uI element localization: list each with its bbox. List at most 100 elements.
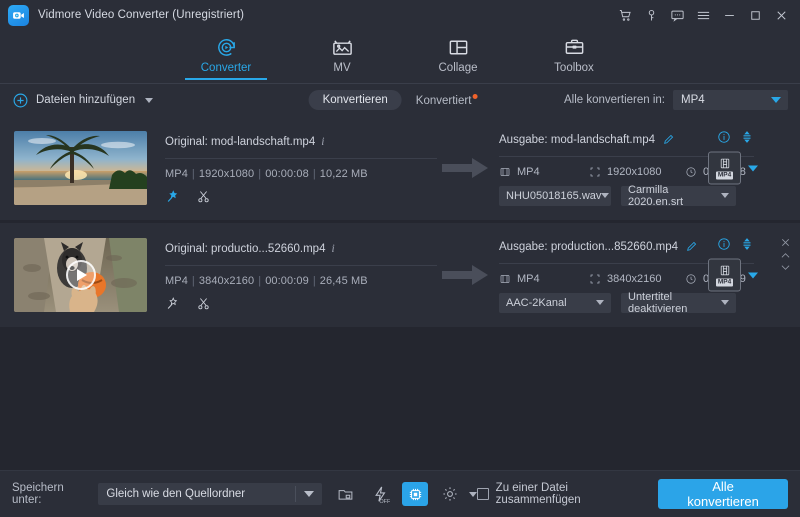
pencil-icon[interactable]	[685, 240, 698, 253]
tab-collage-label: Collage	[438, 62, 478, 74]
lightning-off-icon[interactable]: OFF	[367, 482, 393, 506]
magic-wand-icon[interactable]	[165, 189, 180, 204]
save-to-label: Speichern unter:	[12, 482, 64, 506]
output-info-icon[interactable]	[717, 237, 731, 256]
format-badge-label: MP4	[715, 171, 734, 179]
divider	[295, 486, 297, 502]
source-metadata: MP4 | 1920x1080 | 00:00:08 | 10,22 MB	[165, 167, 368, 180]
subtitle-track-value: Untertitel deaktivieren	[628, 290, 688, 315]
maximize-icon[interactable]	[742, 2, 768, 28]
arrows-updown-icon[interactable]	[740, 130, 754, 149]
chevron-down-icon	[304, 491, 315, 497]
subtitle-track-select[interactable]: Untertitel deaktivieren	[621, 290, 736, 315]
folder-icon[interactable]	[332, 482, 358, 506]
format-badge-button[interactable]: MP4	[708, 151, 741, 185]
tab-converter[interactable]: Converter	[185, 30, 267, 80]
convert-all-label: Alle konvertieren in:	[564, 94, 665, 106]
new-badge-dot	[472, 93, 478, 99]
segment-converted[interactable]: Konvertiert	[402, 90, 492, 111]
toolbox-icon	[563, 33, 586, 59]
menu-icon[interactable]	[690, 2, 716, 28]
key-icon[interactable]	[638, 2, 664, 28]
convert-arrow-icon	[439, 156, 493, 180]
audio-track-value: AAC-2Kanal	[506, 296, 567, 309]
settings-button[interactable]	[437, 482, 478, 506]
play-button-overlay[interactable]	[65, 260, 96, 290]
audio-track-select[interactable]: NHU05018165.wav	[499, 185, 611, 206]
info-icon[interactable]: i	[331, 243, 334, 255]
chevron-down-icon	[469, 491, 478, 497]
segment-converted-label: Konvertiert	[415, 94, 472, 107]
output-info-icon[interactable]	[717, 130, 731, 149]
output-resolution: 1920x1080	[607, 165, 662, 178]
pencil-icon[interactable]	[662, 133, 675, 146]
status-filter-segmented: Konvertieren Konvertiert	[308, 89, 492, 111]
video-thumbnail[interactable]	[14, 238, 147, 312]
convert-arrow-icon	[439, 263, 493, 287]
chevron-down-icon[interactable]	[145, 97, 154, 103]
source-pane: Original: productio...52660.mp4 i MP4 | 38…	[165, 240, 437, 311]
tab-toolbox-label: Toolbox	[554, 62, 594, 74]
convert-all-format-value: MP4	[681, 94, 705, 106]
output-filename: Ausgabe: mod-landschaft.mp4	[499, 133, 656, 146]
feedback-icon[interactable]	[664, 2, 690, 28]
output-resolution: 3840x2160	[607, 272, 662, 285]
tab-toolbox[interactable]: Toolbox	[533, 30, 615, 74]
audio-track-value: NHU05018165.wav	[506, 189, 602, 202]
checkbox-box	[477, 488, 489, 500]
minimize-icon[interactable]	[716, 2, 742, 28]
source-filename: Original: productio...52660.mp4	[165, 242, 326, 255]
move-up-icon[interactable]	[780, 251, 791, 260]
save-to-value: Gleich wie den Quellordner	[106, 488, 246, 500]
mv-icon	[331, 33, 354, 59]
merge-label: Zu einer Datei zusammenfügen	[495, 482, 581, 506]
chevron-down-icon[interactable]	[748, 165, 758, 171]
table-row[interactable]: Original: mod-landschaft.mp4 i MP4 | 1920x…	[0, 116, 800, 220]
settings-gear-icon	[437, 482, 463, 506]
subtitle-track-select[interactable]: Carmilla 2020.en.srt	[621, 184, 736, 208]
output-format: MP4	[517, 165, 540, 178]
bottom-bar: Speichern unter: Gleich wie den Quellord…	[0, 470, 800, 517]
tab-collage[interactable]: Collage	[417, 30, 499, 74]
audio-track-select[interactable]: AAC-2Kanal	[499, 292, 611, 313]
tab-mv[interactable]: MV	[301, 30, 383, 74]
source-filename: Original: mod-landschaft.mp4	[165, 135, 316, 148]
source-pane: Original: mod-landschaft.mp4 i MP4 | 1920x…	[165, 133, 437, 204]
scissors-icon[interactable]	[196, 189, 211, 204]
file-list: Original: mod-landschaft.mp4 i MP4 | 1920x…	[0, 116, 800, 327]
output-format-group: MP4	[708, 151, 758, 185]
divider	[165, 264, 437, 266]
table-row[interactable]: Original: productio...52660.mp4 i MP4 | 38…	[0, 223, 800, 327]
output-filename: Ausgabe: production...852660.mp4	[499, 240, 679, 253]
remove-icon[interactable]	[780, 237, 791, 248]
divider	[165, 157, 437, 159]
segment-converting[interactable]: Konvertieren	[308, 89, 402, 110]
move-down-icon[interactable]	[780, 263, 791, 272]
chevron-down-icon	[596, 300, 604, 305]
output-format-group: MP4	[708, 258, 758, 292]
convert-all-format-select[interactable]: MP4	[673, 90, 788, 110]
save-to-select[interactable]: Gleich wie den Quellordner	[98, 483, 323, 505]
convert-all-button[interactable]: Alle konvertieren	[658, 479, 788, 509]
bottom-icon-group: OFF	[332, 482, 478, 506]
output-format: MP4	[517, 272, 540, 285]
cart-icon[interactable]	[612, 2, 638, 28]
chevron-down-icon	[771, 97, 781, 103]
arrows-updown-icon[interactable]	[740, 237, 754, 256]
scissors-icon[interactable]	[196, 296, 211, 311]
merge-into-one-file-checkbox[interactable]: Zu einer Datei zusammenfügen	[477, 482, 644, 506]
row-controls	[780, 237, 791, 272]
format-badge-button[interactable]: MP4	[708, 258, 741, 292]
chevron-down-icon	[721, 193, 729, 198]
source-metadata: MP4 | 3840x2160 | 00:00:09 | 26,45 MB	[165, 274, 368, 287]
chevron-down-icon[interactable]	[748, 272, 758, 278]
chevron-down-icon	[721, 300, 729, 305]
magic-wand-icon[interactable]	[165, 296, 180, 311]
chevron-down-icon	[601, 193, 610, 198]
main-nav: Converter MV Collage Toolbox	[0, 30, 800, 84]
info-icon[interactable]: i	[321, 136, 324, 148]
add-files-button[interactable]: Dateien hinzufügen	[12, 92, 154, 109]
close-icon[interactable]	[768, 2, 794, 28]
video-thumbnail[interactable]	[14, 131, 147, 205]
gpu-acceleration-icon[interactable]	[402, 482, 429, 506]
